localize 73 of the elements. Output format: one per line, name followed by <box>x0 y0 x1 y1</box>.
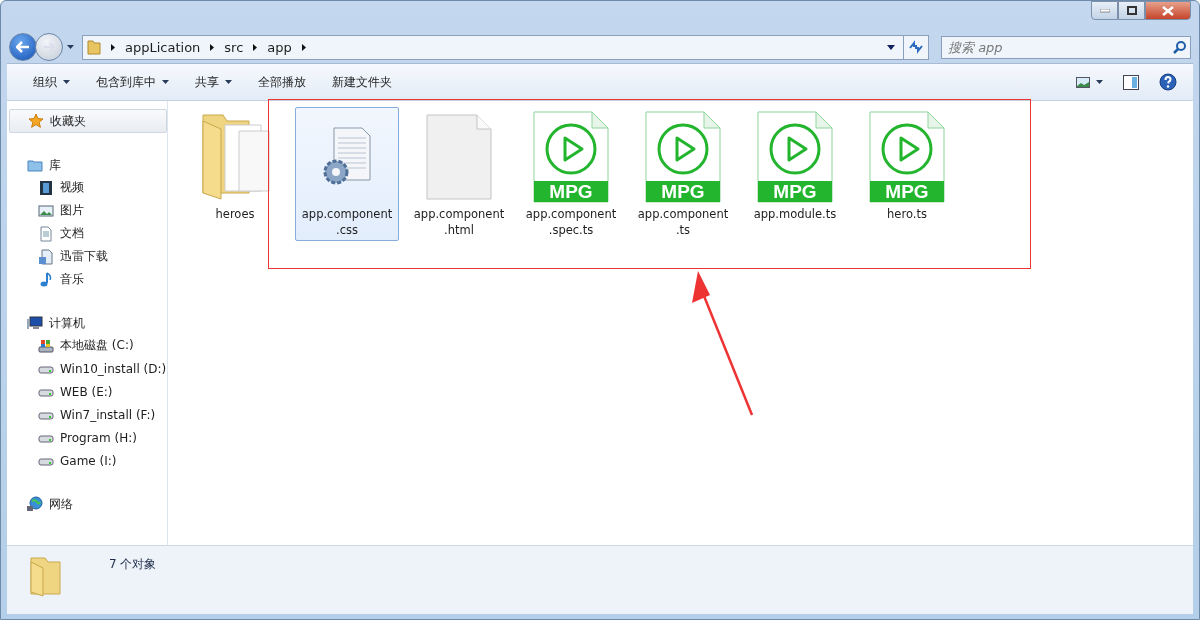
file-item[interactable]: heroes <box>183 107 287 225</box>
breadcrumb[interactable]: appLication <box>125 39 201 55</box>
sidebar-item[interactable]: 视频 <box>7 176 167 199</box>
folder-icon <box>87 39 101 55</box>
sidebar-item[interactable]: 音乐 <box>7 268 167 291</box>
sidebar-item[interactable]: WEB (E:) <box>7 380 167 403</box>
sidebar-item[interactable]: 图片 <box>7 199 167 222</box>
address-bar[interactable]: appLication src app <box>82 34 904 60</box>
preview-pane-icon[interactable] <box>1123 74 1139 90</box>
sidebar-group[interactable]: 收藏夹 <box>9 109 167 133</box>
music-note-icon <box>38 271 54 288</box>
file-item[interactable]: MPG app.component .spec.ts <box>519 107 623 241</box>
breadcrumb[interactable]: src <box>224 39 244 55</box>
sidebar-item[interactable]: Win10_install (D:) <box>7 357 167 380</box>
sidebar-group[interactable]: 库 <box>9 154 165 176</box>
sidebar-item[interactable]: 迅雷下载 <box>7 245 167 268</box>
picture-icon <box>38 202 54 219</box>
search-icon <box>1173 40 1186 54</box>
drive-icon <box>38 337 54 354</box>
chevron-icon <box>111 43 115 51</box>
folder-icon <box>27 157 43 173</box>
close-icon <box>1162 5 1174 16</box>
mpg-label: MPG <box>885 181 929 202</box>
file-item[interactable]: MPG app.component .ts <box>631 107 735 241</box>
star-icon <box>28 113 44 129</box>
sidebar-item[interactable]: Win7_install (F:) <box>7 403 167 426</box>
sidebar-group[interactable]: 计算机 <box>9 312 165 334</box>
status-text: 7 个对象 <box>109 556 157 573</box>
toolbar-button[interactable]: 组织 <box>25 70 78 94</box>
right-arrow-icon <box>43 42 55 52</box>
blank-document-icon <box>425 113 493 201</box>
file-item[interactable]: app.component .html <box>407 107 511 241</box>
toolbar-button[interactable]: 共享 <box>187 70 240 94</box>
computer-icon <box>27 315 43 331</box>
mpg-label: MPG <box>661 181 705 202</box>
maximize-button[interactable] <box>1118 1 1145 20</box>
view-picture-icon[interactable] <box>1076 76 1090 88</box>
chevron-icon <box>253 43 258 51</box>
chevron-icon <box>210 43 215 51</box>
restore-icon <box>1126 6 1137 15</box>
view-caret-icon <box>1096 80 1103 84</box>
sidebar-group[interactable]: 网络 <box>9 493 165 515</box>
sidebar-item[interactable]: 文档 <box>7 222 167 245</box>
history-caret-icon <box>67 45 74 49</box>
minimize-icon <box>1099 8 1110 13</box>
mpg-label: MPG <box>773 181 817 202</box>
search-field[interactable]: 搜索 app <box>941 35 1191 59</box>
close-button[interactable] <box>1145 1 1191 20</box>
refresh-button[interactable] <box>903 34 929 60</box>
file-item[interactable]: MPG app.module.ts <box>743 107 847 225</box>
refresh-icon <box>908 40 924 54</box>
forward-button[interactable] <box>35 33 63 61</box>
breadcrumb[interactable]: app <box>267 39 292 55</box>
help-icon[interactable] <box>1159 73 1177 91</box>
mpg-label: MPG <box>549 181 593 202</box>
sidebar-item[interactable]: Program (H:) <box>7 426 167 449</box>
dropdown-caret-icon <box>887 44 895 50</box>
toolbar-button[interactable]: 新建文件夹 <box>324 70 400 94</box>
search-input[interactable]: 搜索 app <box>948 36 1173 58</box>
sidebar-item[interactable]: Game (I:) <box>7 449 167 472</box>
globe-icon <box>27 496 43 512</box>
file-item[interactable]: app.component .css <box>295 107 399 241</box>
left-arrow-icon <box>16 41 30 53</box>
document-icon <box>38 248 54 265</box>
toolbar-button[interactable]: 全部播放 <box>250 70 314 94</box>
folder-icon <box>199 111 271 203</box>
chevron-icon <box>301 43 306 51</box>
film-icon <box>38 179 54 196</box>
file-item[interactable]: MPG hero.ts <box>855 107 959 225</box>
toolbar-button[interactable]: 包含到库中 <box>88 70 177 94</box>
document-icon <box>38 225 54 242</box>
back-button[interactable] <box>9 33 37 61</box>
sidebar-item[interactable]: 本地磁盘 (C:) <box>7 334 167 357</box>
